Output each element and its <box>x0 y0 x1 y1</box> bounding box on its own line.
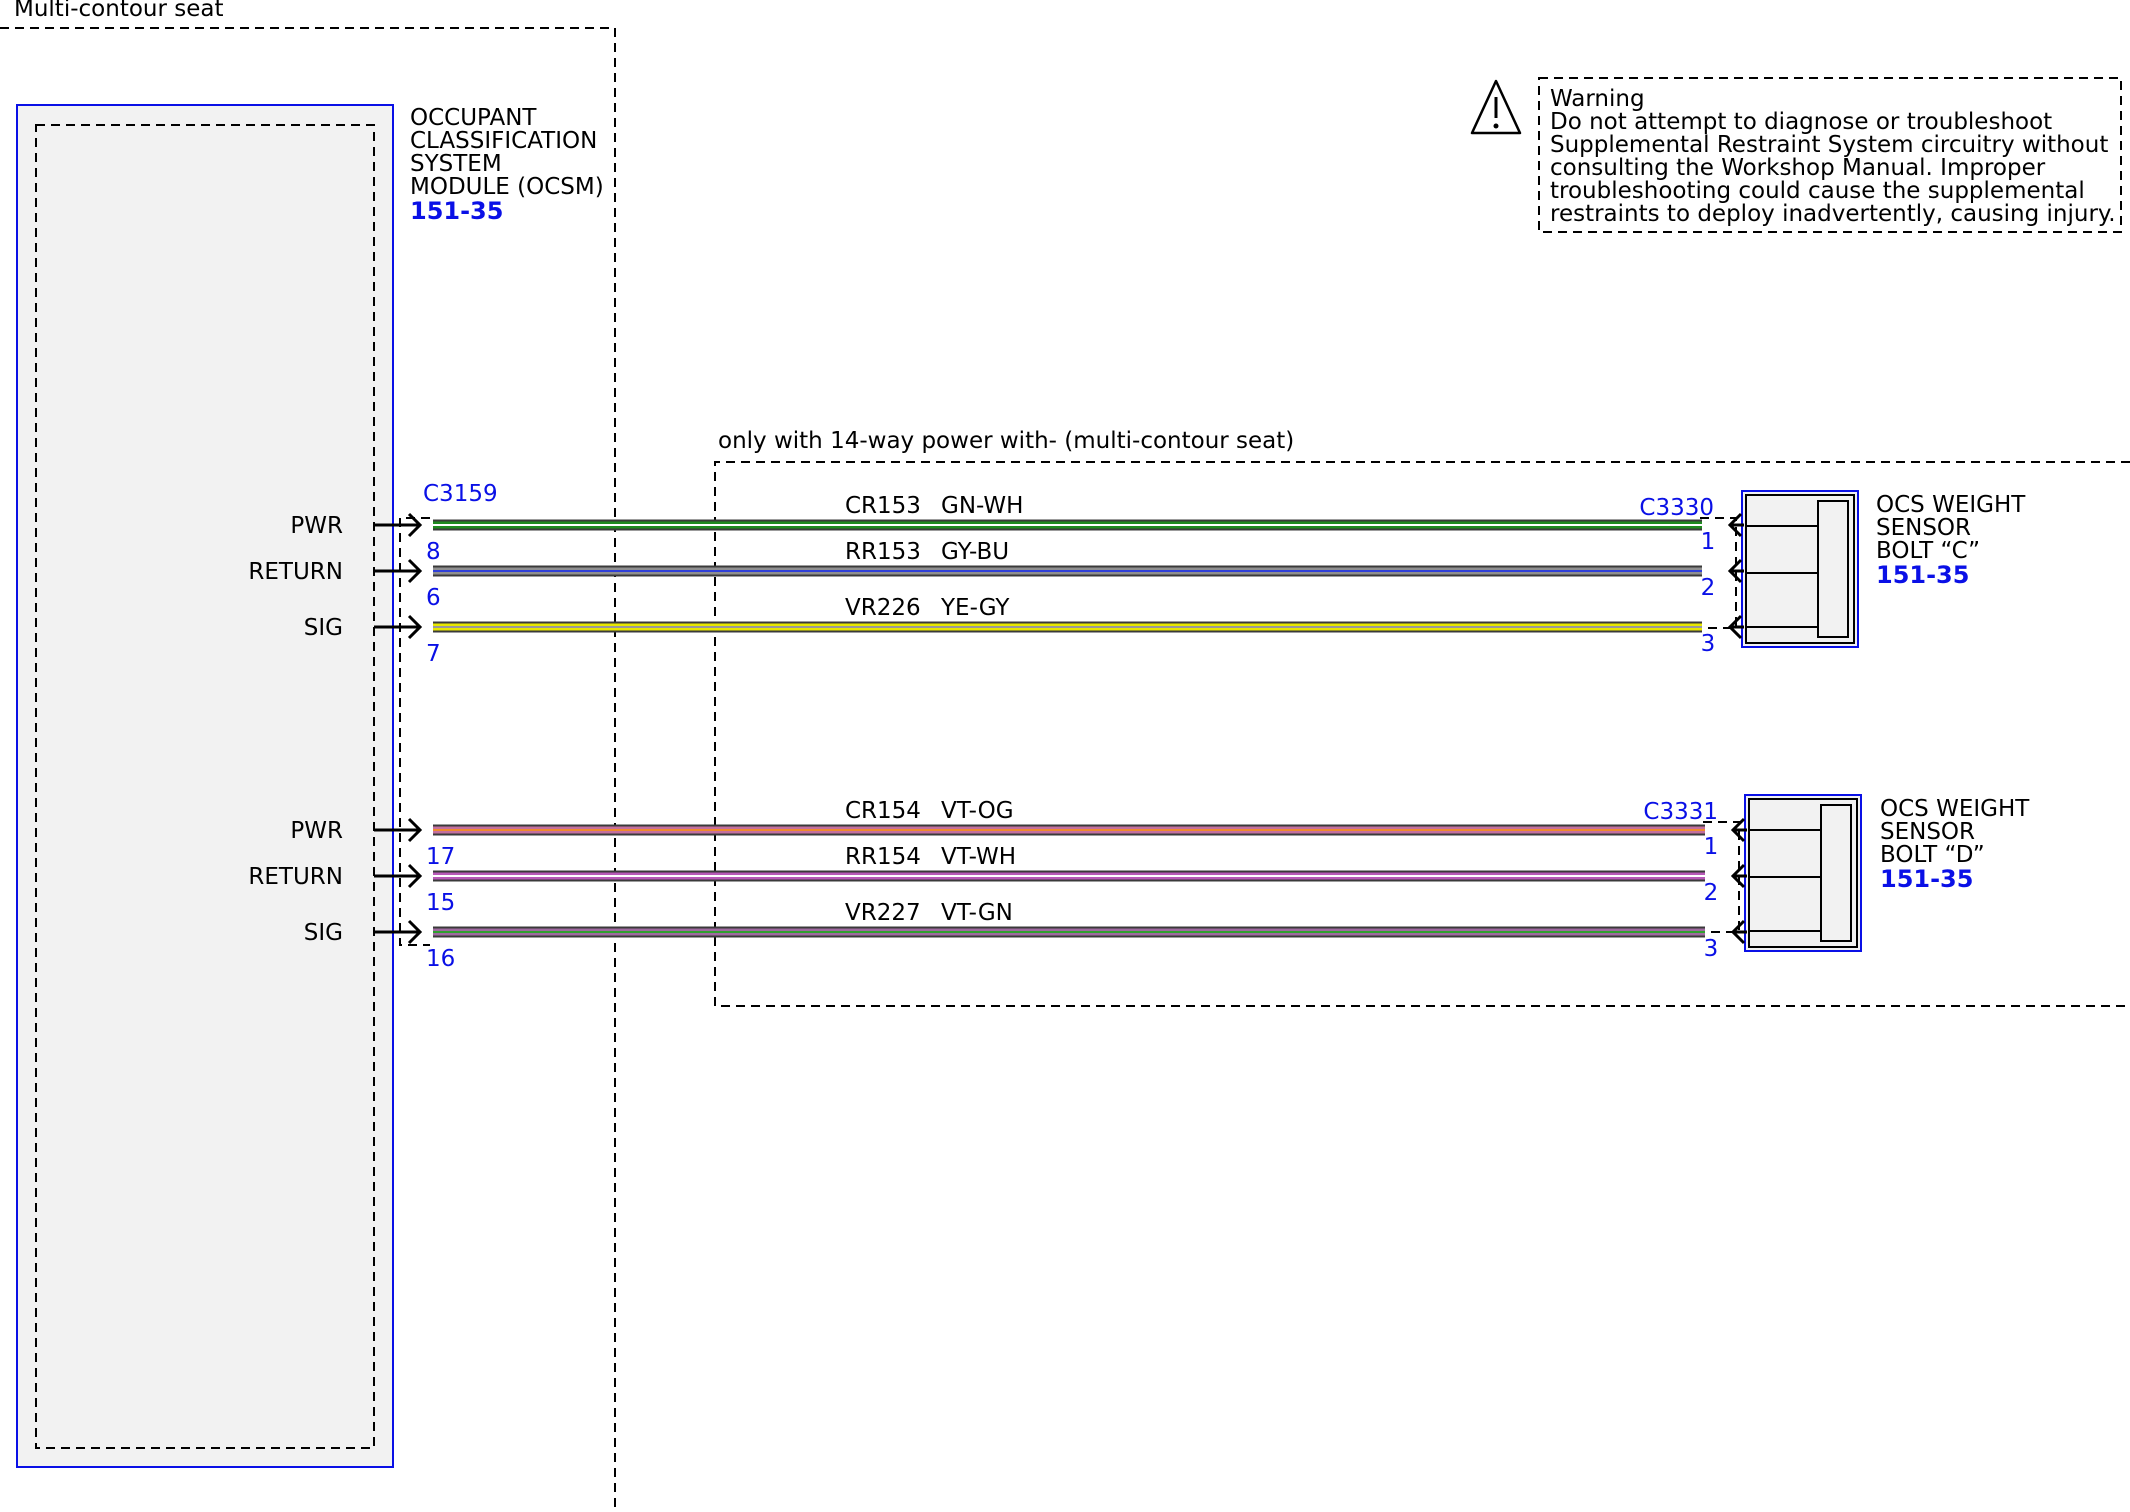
sensor-d-circuit-1-color-code: VT-OG <box>941 798 1014 824</box>
sensor-d-circuit-3-signal-label: SIG <box>304 920 343 946</box>
wiring-diagram: Multi-contour seat OCCUPANT CLASSIFICATI… <box>0 0 2130 1510</box>
sensor-d-circuit-3-color-code: VT-GN <box>941 900 1013 926</box>
module-box <box>16 104 394 1468</box>
sensor-d-ref: 151-35 <box>1880 865 1973 893</box>
sensor-d-circuit-2-sensor-pin: 2 <box>1704 880 1719 906</box>
sensor-c-circuit-1-circuit-code: CR153 <box>845 493 921 519</box>
sensor-d-circuit-1-sensor-pin: 1 <box>1704 834 1719 860</box>
module-connector-label: C3159 <box>423 481 498 507</box>
sensor-d-circuit-1-circuit-code: CR154 <box>845 798 921 824</box>
module-ref: 151-35 <box>410 197 503 225</box>
option-group-label: only with 14-way power with- (multi-cont… <box>718 428 1294 454</box>
warning-line-5: restraints to deploy inadvertently, caus… <box>1550 201 2116 227</box>
warning-icon <box>1470 79 1522 135</box>
sensor-d-circuit-3-circuit-code: VR227 <box>845 900 921 926</box>
outer-group-label: Multi-contour seat <box>14 0 224 22</box>
sensor-d-circuit-3-module-pin: 16 <box>426 946 455 972</box>
sensor-c-circuit-1-color-code: GN-WH <box>941 493 1023 519</box>
sensor-d-circuit-1-signal-label: PWR <box>290 818 343 844</box>
sensor-d-connector-label: C3331 <box>1643 799 1718 825</box>
sensor-c-circuit-3-module-pin: 7 <box>426 641 441 667</box>
sensor-d-body <box>1744 794 1862 952</box>
sensor-c-circuit-1-sensor-pin: 1 <box>1701 529 1716 555</box>
sensor-d-circuit-2-circuit-code: RR154 <box>845 844 921 870</box>
sensor-d-circuit-1-module-pin: 17 <box>426 844 455 870</box>
sensor-c-circuit-2-circuit-code: RR153 <box>845 539 921 565</box>
sensor-c-circuit-2-color-code: GY-BU <box>941 539 1009 565</box>
sensor-c-circuit-3-circuit-code: VR226 <box>845 595 921 621</box>
sensor-c-circuit-3-color-code: YE-GY <box>940 595 1010 621</box>
sensor-d-circuit-3-sensor-pin: 3 <box>1704 936 1719 962</box>
sensor-d-circuit-2-color-code: VT-WH <box>941 844 1016 870</box>
sensor-c-circuit-2-module-pin: 6 <box>426 585 441 611</box>
sensor-c-circuit-3-sensor-pin: 3 <box>1701 631 1716 657</box>
sensor-c-circuit-3-signal-label: SIG <box>304 615 343 641</box>
sensor-c-circuit-2-sensor-pin: 2 <box>1701 575 1716 601</box>
circuits-layer: PWR 8 CR153 GN-WH 1 RETURN 6 RR153 GY-BU 2 SIG 7 VR2… <box>248 493 1747 972</box>
sensor-c-circuit-1-module-pin: 8 <box>426 539 441 565</box>
sensor-c-circuit-1-signal-label: PWR <box>290 513 343 539</box>
sensor-c-body <box>1741 490 1859 648</box>
sensor-c-ref: 151-35 <box>1876 561 1969 589</box>
sensor-d-circuit-2-signal-label: RETURN <box>248 864 343 890</box>
sensor-d-circuit-2-module-pin: 15 <box>426 890 455 916</box>
sensor-c-connector-label: C3330 <box>1639 495 1714 521</box>
sensor-c-circuit-2-signal-label: RETURN <box>248 559 343 585</box>
